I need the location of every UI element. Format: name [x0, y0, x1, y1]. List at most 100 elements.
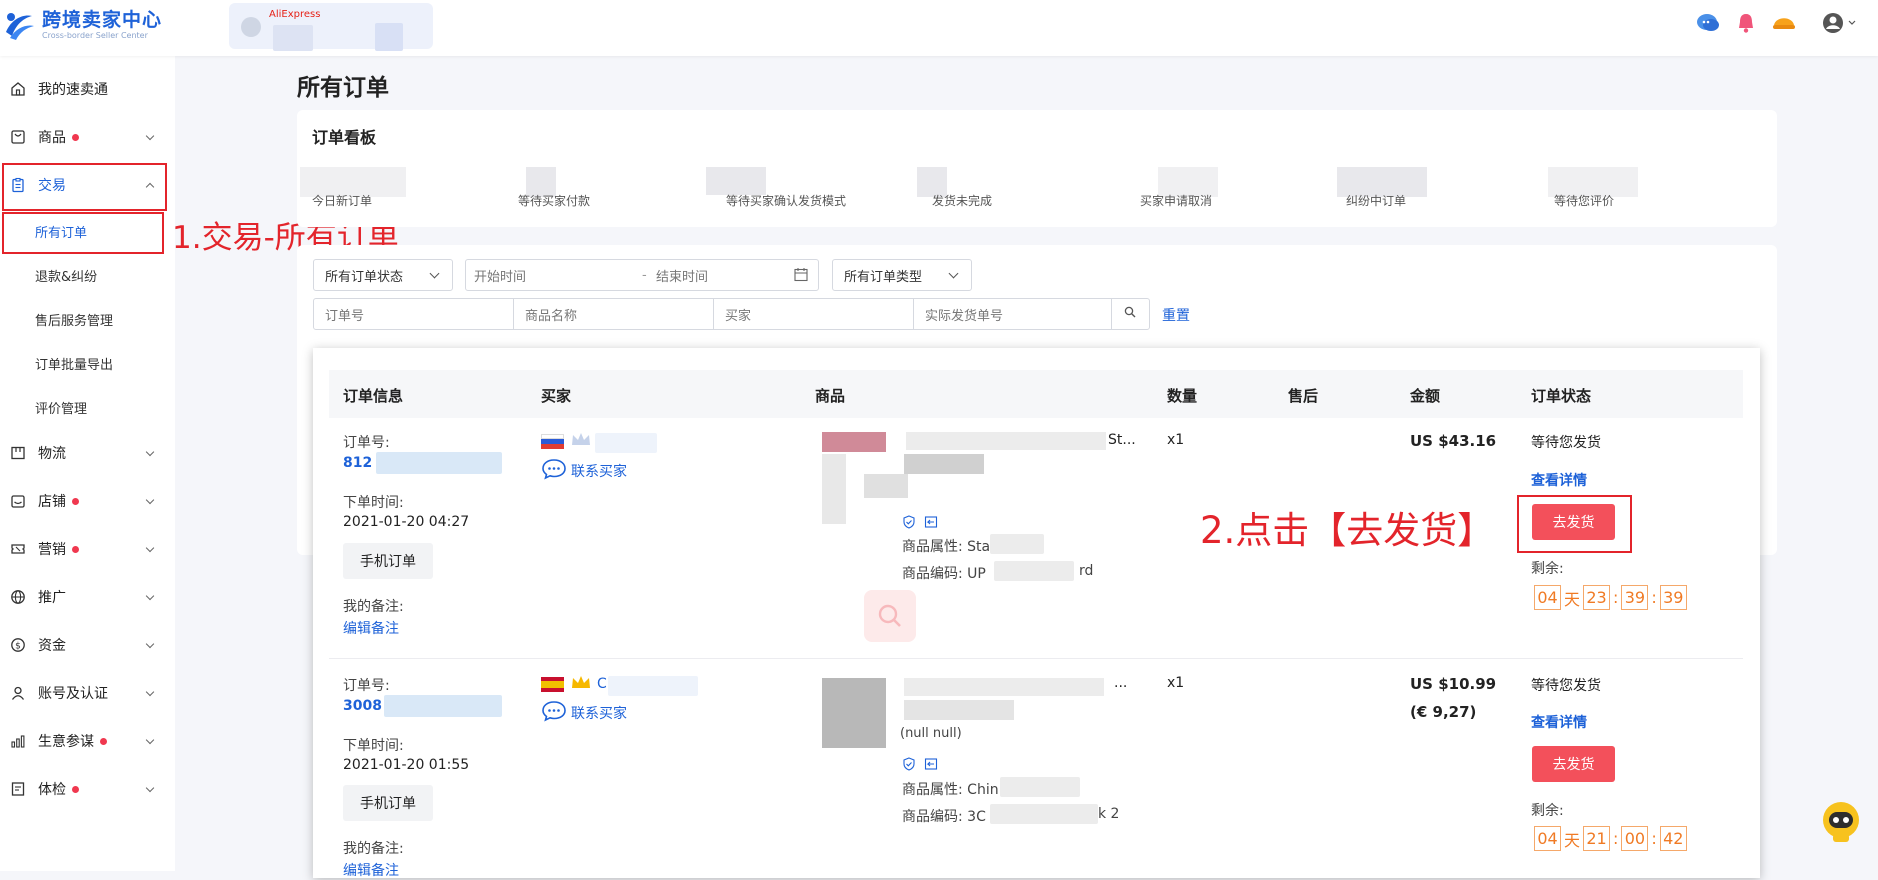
contact-buyer-link[interactable]: 联系买家 [541, 458, 627, 484]
search-button[interactable] [1111, 298, 1150, 330]
sidebar-item-promotion[interactable]: 推广 [0, 574, 170, 620]
store-icon [241, 17, 261, 37]
order-number-redacted [384, 695, 502, 717]
sidebar-item-account[interactable]: 账号及认证 [0, 670, 170, 716]
sidebar-item-trade[interactable]: 交易 [0, 162, 170, 208]
store-brand: AliExpress [269, 9, 321, 20]
code-redacted [994, 561, 1074, 581]
chevron-down-icon [145, 639, 155, 649]
order-status: 等待您发货 [1531, 678, 1601, 694]
date-range-picker[interactable]: 开始时间 - 结束时间 [465, 259, 819, 291]
countdown-timer: 04 天 21 : 00 : 42 [1531, 826, 1690, 851]
sidebar-item-home[interactable]: 我的速卖通 [0, 66, 170, 112]
image-search-icon[interactable] [864, 590, 916, 642]
sidebar-item-health[interactable]: 体检 [0, 766, 170, 812]
sidebar-sub-export[interactable]: 订单批量导出 [35, 354, 113, 373]
bell-icon[interactable] [1736, 12, 1756, 34]
order-status: 等待您发货 [1531, 435, 1601, 451]
remaining-label: 剩余: [1531, 561, 1564, 577]
order-time-label: 下单时间: [343, 495, 404, 511]
stat-new-orders[interactable]: 今日新订单 [312, 192, 372, 209]
order-number-label: 订单号: [343, 678, 390, 694]
chevron-down-icon [145, 783, 155, 793]
notification-dot [72, 133, 79, 141]
account-icon[interactable] [1822, 12, 1856, 34]
order-type-select[interactable]: 所有订单类型 [832, 259, 972, 291]
order-number-link[interactable]: 3008 [343, 698, 382, 714]
countdown-timer: 04 天 23 : 39 : 39 [1531, 585, 1690, 610]
stat-awaiting-ship-mode[interactable]: 等待买家确认发货模式 [726, 192, 846, 209]
stat-awaiting-payment[interactable]: 等待买家付款 [518, 192, 590, 209]
product-name-input[interactable]: 商品名称 [513, 298, 714, 330]
sidebar-item-analytics[interactable]: 生意参谋 [0, 718, 170, 764]
sidebar-item-logistics[interactable]: 物流 [0, 430, 170, 476]
view-details-link[interactable]: 查看详情 [1531, 470, 1587, 490]
order-time: 2021-01-20 01:55 [343, 757, 470, 773]
sidebar-item-funds[interactable]: $ 资金 [0, 622, 170, 668]
health-check-icon [8, 779, 28, 799]
calendar-icon[interactable] [794, 267, 808, 286]
product-badges [902, 515, 938, 533]
sidebar-sub-reviews[interactable]: 评价管理 [35, 398, 87, 417]
chevron-down-icon [145, 591, 155, 601]
product-name-placeholder: 商品名称 [525, 308, 578, 324]
edit-note-link[interactable]: 编辑备注 [343, 618, 399, 638]
sidebar-sub-all-orders[interactable]: 所有订单 [35, 222, 87, 241]
order-number-link[interactable]: 812 [343, 455, 372, 471]
order-type-value: 所有订单类型 [844, 269, 923, 285]
product-title-tail[interactable]: ... [1114, 675, 1127, 691]
return-icon [924, 757, 938, 775]
app-title: 跨境卖家中心 [42, 9, 163, 31]
note-label: 我的备注: [343, 841, 404, 857]
stat-cancel-requests[interactable]: 买家申请取消 [1140, 192, 1212, 209]
buyer-initial[interactable]: C [597, 676, 607, 692]
sidebar-item-store[interactable]: 店铺 [0, 478, 170, 524]
order-number-input[interactable]: 订单号 [313, 298, 514, 330]
sidebar-item-label: 商品 [38, 130, 66, 146]
countdown-sep: : [1651, 588, 1657, 607]
order-status-select[interactable]: 所有订单状态 [313, 259, 453, 291]
reset-link[interactable]: 重置 [1162, 305, 1190, 325]
order-number-label: 订单号: [343, 435, 390, 451]
edit-note-link[interactable]: 编辑备注 [343, 860, 399, 880]
logo-icon [6, 13, 34, 40]
promo-icon[interactable] [1772, 13, 1796, 33]
sidebar-item-label: 账号及认证 [38, 686, 108, 702]
stat-shipping-incomplete[interactable]: 发货未完成 [932, 192, 992, 209]
sidebar-item-label: 资金 [38, 638, 66, 654]
store-name-redacted [375, 23, 403, 51]
tracking-number-input[interactable]: 实际发货单号 [913, 298, 1112, 330]
buyer-input[interactable]: 买家 [713, 298, 914, 330]
sidebar-item-products[interactable]: 商品 [0, 114, 170, 160]
attribute-redacted [990, 534, 1044, 554]
countdown-minutes: 00 [1621, 826, 1649, 851]
logo[interactable]: 跨境卖家中心 Cross-border Seller Center [2, 8, 162, 42]
stat-awaiting-review[interactable]: 等待您评价 [1554, 192, 1614, 209]
order-board-title: 订单看板 [312, 128, 377, 147]
product-attributes: 商品属性: Sta [902, 539, 991, 555]
order-number-placeholder: 订单号 [325, 308, 365, 324]
store-switcher[interactable]: AliExpress [229, 3, 433, 51]
bar-chart-icon [8, 731, 28, 751]
sidebar-sub-refunds[interactable]: 退款&纠纷 [35, 266, 97, 285]
page-title: 所有订单 [297, 75, 389, 101]
ship-now-button[interactable]: 去发货 [1532, 746, 1615, 782]
product-title-tail[interactable]: St... [1108, 432, 1136, 448]
start-time-input[interactable]: 开始时间 [474, 266, 526, 285]
sidebar-item-label: 营销 [38, 542, 66, 558]
ship-now-button[interactable]: 去发货 [1532, 504, 1615, 540]
annotation-step2: 2.点击【去发货】 [1200, 509, 1495, 552]
contact-buyer-link[interactable]: 联系买家 [541, 700, 627, 726]
assistant-robot-icon[interactable] [1819, 798, 1863, 844]
countdown-days: 04 [1534, 826, 1561, 851]
range-separator: - [642, 267, 647, 283]
sidebar-item-label: 推广 [38, 590, 66, 606]
stat-disputes[interactable]: 纠纷中订单 [1346, 192, 1406, 209]
view-details-link[interactable]: 查看详情 [1531, 712, 1587, 732]
message-icon[interactable] [1696, 12, 1720, 34]
countdown-sep: : [1651, 829, 1657, 848]
chat-icon [541, 458, 567, 484]
sidebar-sub-after-sales[interactable]: 售后服务管理 [35, 310, 113, 329]
sidebar-item-marketing[interactable]: 营销 [0, 526, 170, 572]
end-time-input[interactable]: 结束时间 [656, 266, 708, 285]
